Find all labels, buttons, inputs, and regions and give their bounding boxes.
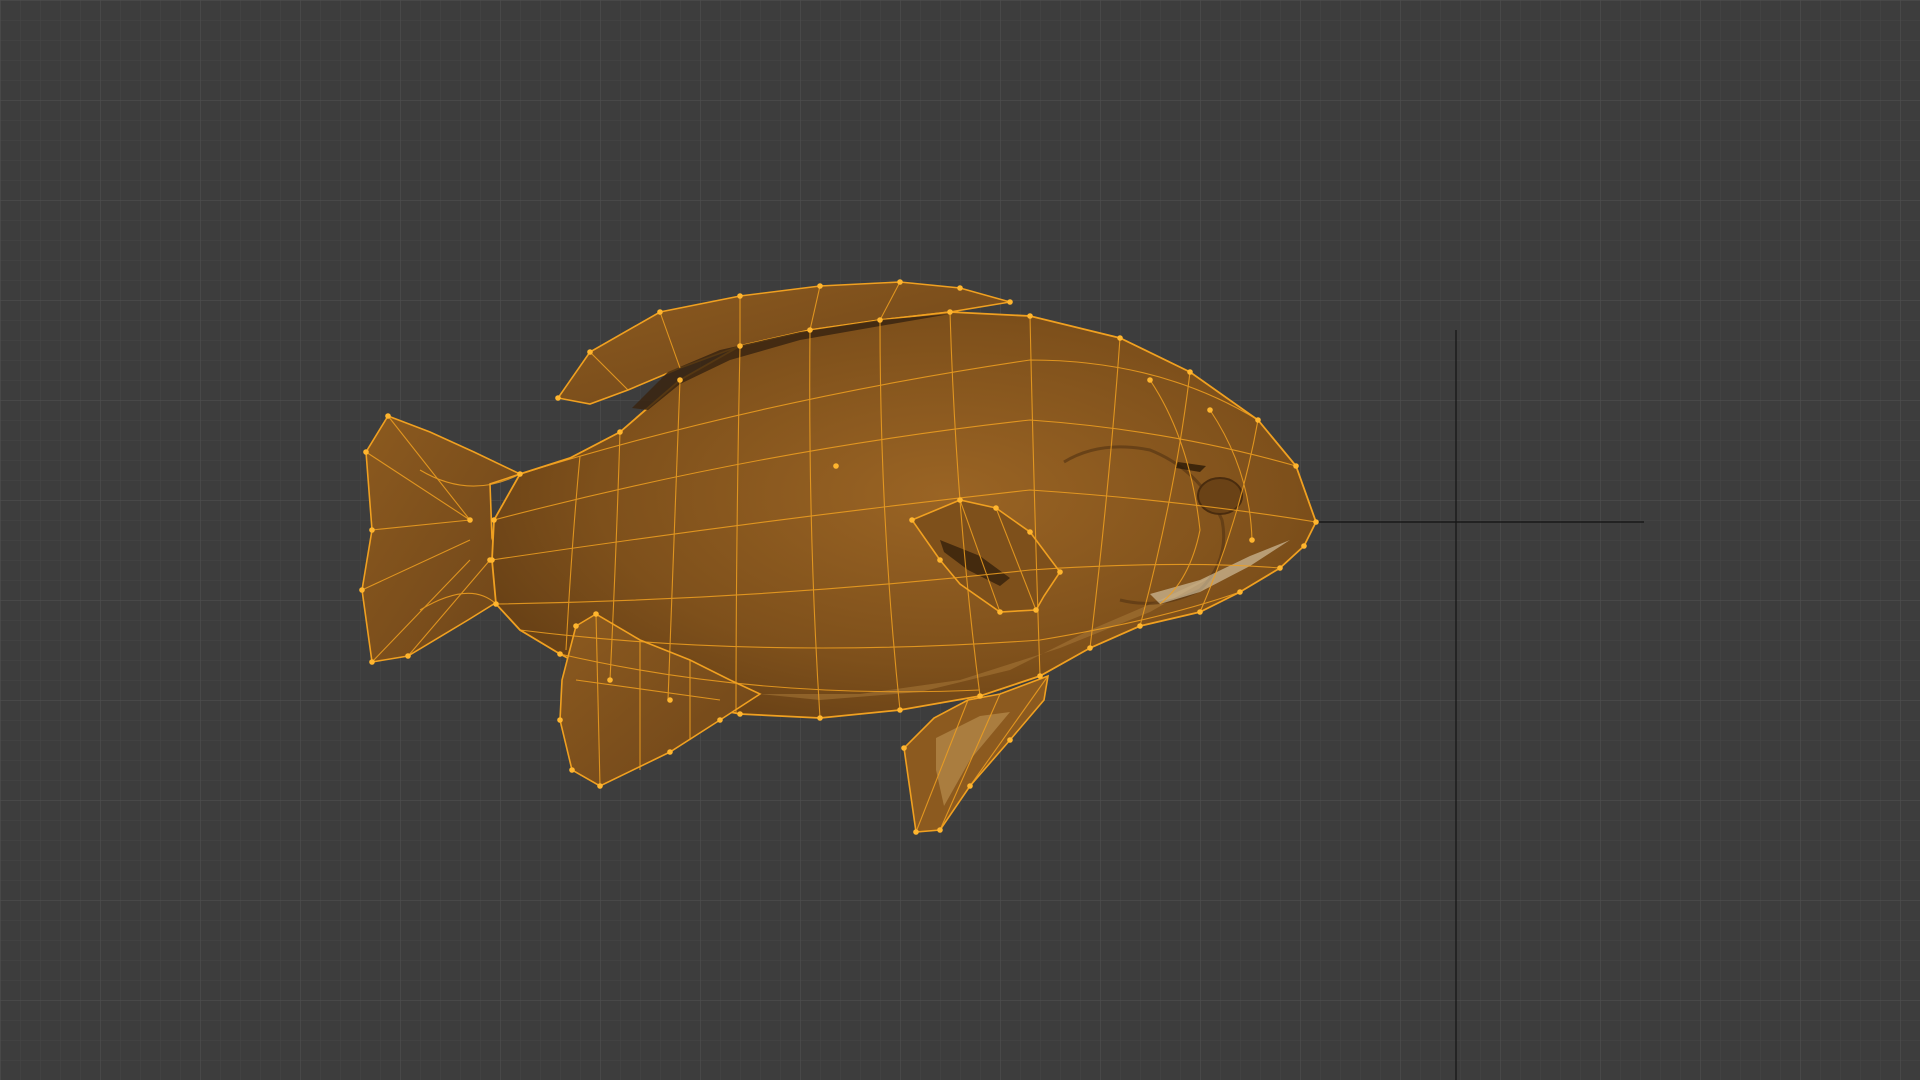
viewport-canvas[interactable]: [0, 0, 1920, 1080]
3d-viewport[interactable]: [0, 0, 1920, 1080]
